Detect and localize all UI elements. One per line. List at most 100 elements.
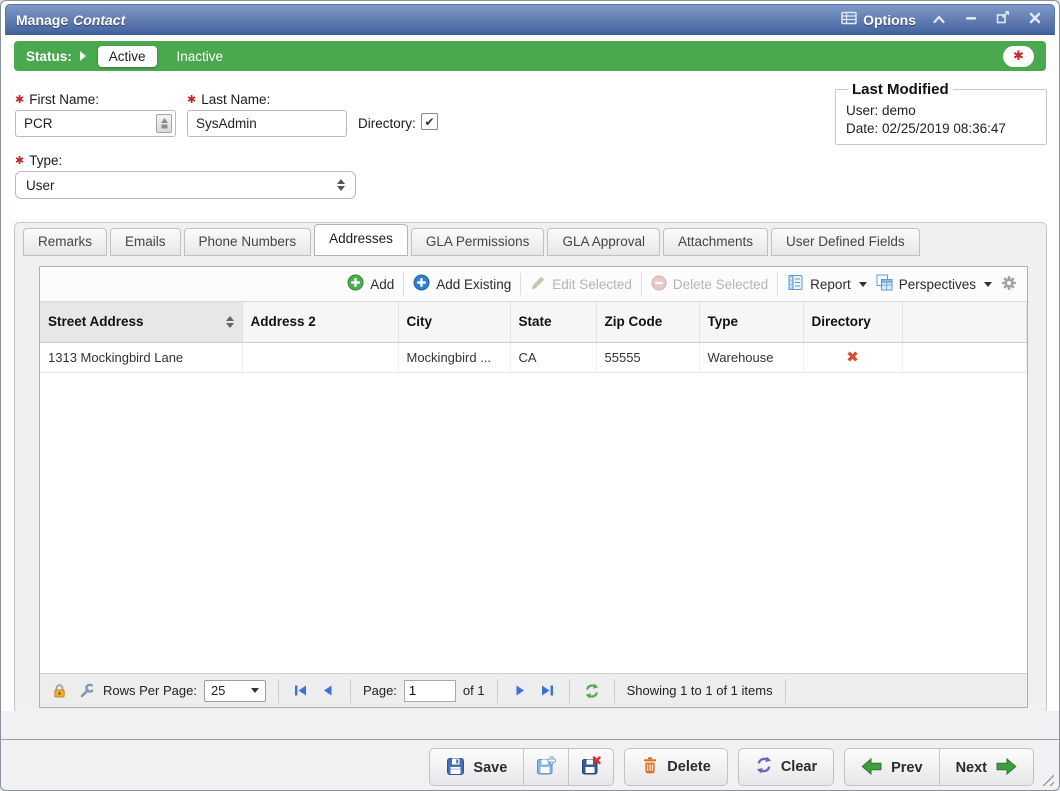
select-updown-icon <box>337 179 345 191</box>
type-select[interactable]: User <box>15 171 356 199</box>
last-modified-box: Last Modified User: demo Date: 02/25/201… <box>835 81 1047 145</box>
page-of-label: of 1 <box>463 683 485 698</box>
column-header-type[interactable]: Type <box>699 302 803 342</box>
gear-icon <box>1001 275 1017 294</box>
collapse-button[interactable] <box>930 11 948 29</box>
add-button[interactable]: Add <box>347 274 394 294</box>
tab-phone-numbers[interactable]: Phone Numbers <box>184 228 312 256</box>
tab-remarks[interactable]: Remarks <box>23 228 107 256</box>
delete-selected-button[interactable]: Delete Selected <box>651 275 768 294</box>
autofill-icon[interactable] <box>156 114 172 133</box>
save-and-new-button[interactable] <box>524 749 569 786</box>
directory-checkbox[interactable]: ✔ <box>421 113 438 130</box>
options-grid-icon <box>841 11 857 28</box>
first-name-input[interactable] <box>15 110 176 137</box>
pagination-separator <box>350 679 351 703</box>
close-icon <box>1029 11 1041 29</box>
tab-user-defined-fields[interactable]: User Defined Fields <box>771 228 920 256</box>
add-plus-icon <box>347 274 364 294</box>
table-row[interactable]: 1313 Mockingbird Lane Mockingbird ... CA… <box>40 342 1027 372</box>
resize-handle[interactable] <box>1041 773 1054 786</box>
tab-emails[interactable]: Emails <box>110 228 181 256</box>
column-header-state[interactable]: State <box>510 302 596 342</box>
toolbar-separator <box>777 273 778 295</box>
arrow-right-icon <box>995 757 1017 780</box>
close-button[interactable] <box>1026 11 1044 29</box>
toolbar-separator <box>403 273 404 295</box>
report-button[interactable]: Report <box>787 274 867 294</box>
last-page-button[interactable] <box>537 681 557 701</box>
required-legend-button[interactable]: ✱ <box>1003 46 1034 67</box>
tab-gla-approval[interactable]: GLA Approval <box>547 228 660 256</box>
save-floppy-icon <box>446 757 465 780</box>
window-titlebar: ManageContact Options <box>5 4 1055 35</box>
tab-addresses[interactable]: Addresses <box>314 224 408 256</box>
grid-pagination-bar: Rows Per Page: 25 Page: of 1 <box>40 673 1027 707</box>
add-existing-plus-icon <box>413 274 430 294</box>
column-header-street-address[interactable]: Street Address <box>40 302 242 342</box>
status-arrow-icon <box>80 51 86 61</box>
first-page-button[interactable] <box>291 681 311 701</box>
prev-button[interactable]: Prev <box>845 749 939 786</box>
required-asterisk-icon: ✱ <box>15 93 24 106</box>
pagination-separator <box>497 679 498 703</box>
tab-attachments[interactable]: Attachments <box>663 228 768 256</box>
first-name-label: ✱ First Name: <box>15 92 99 107</box>
required-asterisk-icon: ✱ <box>187 93 196 106</box>
clear-refresh-icon <box>755 756 773 778</box>
cell-zip-code: 55555 <box>596 342 699 372</box>
rows-per-page-select[interactable]: 25 <box>204 680 266 702</box>
footer-divider <box>1 739 1059 740</box>
pagination-separator <box>569 679 570 703</box>
status-bar: Status: Active Inactive ✱ <box>14 41 1046 71</box>
tab-gla-permissions[interactable]: GLA Permissions <box>411 228 545 256</box>
prev-page-button[interactable] <box>318 681 338 701</box>
prev-next-button-group: Prev Next <box>844 748 1034 786</box>
refresh-icon[interactable] <box>582 681 602 701</box>
status-active-button[interactable]: Active <box>98 46 157 67</box>
window-title-prefix: Manage <box>16 12 68 28</box>
grid-settings-button[interactable] <box>1001 275 1017 294</box>
options-label: Options <box>863 12 916 28</box>
status-inactive-button[interactable]: Inactive <box>177 49 224 64</box>
last-modified-legend: Last Modified <box>848 81 953 98</box>
toolbar-separator <box>641 273 642 295</box>
cell-address2 <box>242 342 398 372</box>
pagination-separator <box>614 679 615 703</box>
footer-bar: Save Delete <box>1 711 1059 790</box>
last-modified-date: Date: 02/25/2019 08:36:47 <box>846 121 1036 136</box>
save-button[interactable]: Save <box>430 749 524 786</box>
check-icon: ✔ <box>424 115 434 129</box>
arrow-left-icon <box>861 757 883 780</box>
save-and-close-button[interactable] <box>569 749 613 786</box>
cell-directory: ✖ <box>803 342 902 372</box>
save-x-floppy-icon <box>581 756 601 780</box>
next-button[interactable]: Next <box>940 749 1033 786</box>
edit-selected-button[interactable]: Edit Selected <box>530 275 632 294</box>
chevron-down-icon <box>984 282 992 287</box>
last-name-input[interactable] <box>187 110 347 137</box>
popout-button[interactable] <box>994 11 1012 29</box>
page-input[interactable] <box>404 680 456 702</box>
delete-button[interactable]: Delete <box>624 748 728 786</box>
toolbar-separator <box>520 273 521 295</box>
lock-icon[interactable] <box>49 681 69 701</box>
wrench-icon[interactable] <box>76 681 96 701</box>
required-asterisk-icon: ✱ <box>15 154 24 167</box>
column-header-address2[interactable]: Address 2 <box>242 302 398 342</box>
last-name-label: ✱ Last Name: <box>187 92 270 107</box>
column-header-zip-code[interactable]: Zip Code <box>596 302 699 342</box>
directory-label: Directory: <box>358 116 416 131</box>
column-header-directory[interactable]: Directory <box>803 302 902 342</box>
options-button[interactable]: Options <box>841 11 916 28</box>
cell-street-address: 1313 Mockingbird Lane <box>40 342 242 372</box>
minimize-button[interactable] <box>962 11 980 29</box>
window-title: ManageContact <box>16 12 125 28</box>
rows-per-page-label: Rows Per Page: <box>103 683 197 698</box>
next-page-button[interactable] <box>510 681 530 701</box>
perspectives-button[interactable]: Perspectives <box>876 274 992 294</box>
clear-button[interactable]: Clear <box>738 748 834 786</box>
add-existing-button[interactable]: Add Existing <box>413 274 511 294</box>
pencil-icon <box>530 275 546 294</box>
column-header-city[interactable]: City <box>398 302 510 342</box>
